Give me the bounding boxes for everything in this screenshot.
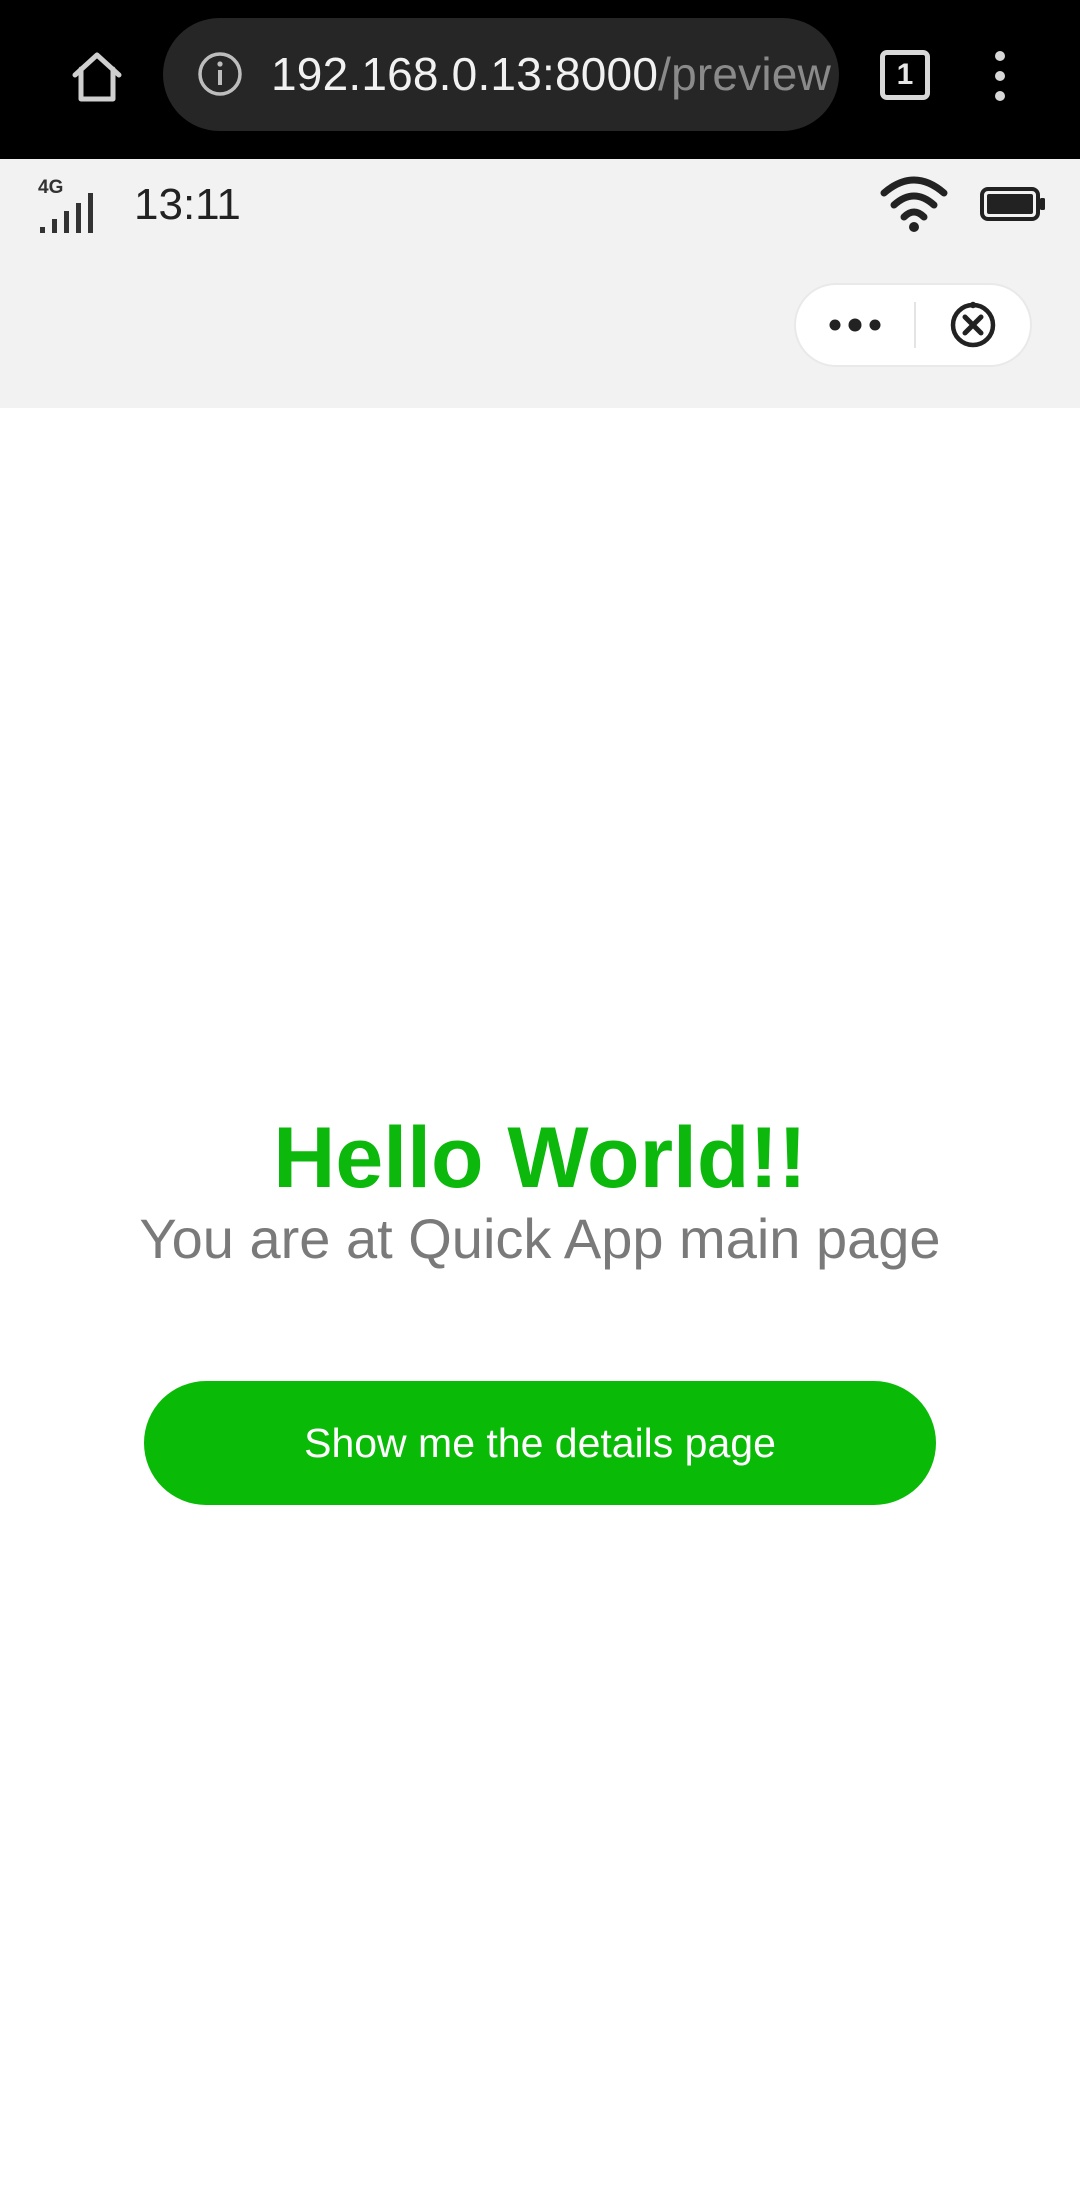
page-title: Hello World!! [273, 1110, 807, 1206]
browser-toolbar: 192.168.0.13:8000/preview 1 [0, 0, 1080, 159]
battery-icon [980, 187, 1045, 221]
url-host: 192.168.0.13:8000 [271, 48, 659, 100]
network-type-label: 4G [38, 177, 63, 198]
close-circle-icon[interactable] [916, 285, 1030, 365]
show-details-button[interactable]: Show me the details page [144, 1381, 936, 1505]
address-bar[interactable]: 192.168.0.13:8000/preview [163, 18, 839, 131]
wifi-icon [880, 176, 948, 232]
status-time: 13:11 [134, 180, 241, 229]
url-path: /preview [658, 48, 831, 100]
url-text: 192.168.0.13:8000/preview [271, 18, 831, 131]
main-content: Hello World!! You are at Quick App main … [0, 408, 1080, 2202]
home-icon[interactable] [62, 44, 132, 110]
status-bar: 4G 13:11 [0, 159, 1080, 251]
info-icon[interactable] [197, 51, 243, 97]
signal-icon: 4G [38, 177, 93, 233]
tab-switcher-button[interactable]: 1 [880, 50, 930, 100]
more-horizontal-icon[interactable] [796, 285, 914, 365]
more-vertical-icon[interactable] [980, 46, 1020, 106]
page-subtitle: You are at Quick App main page [139, 1207, 941, 1270]
app-header [0, 251, 1080, 408]
capsule-menu [794, 283, 1032, 367]
